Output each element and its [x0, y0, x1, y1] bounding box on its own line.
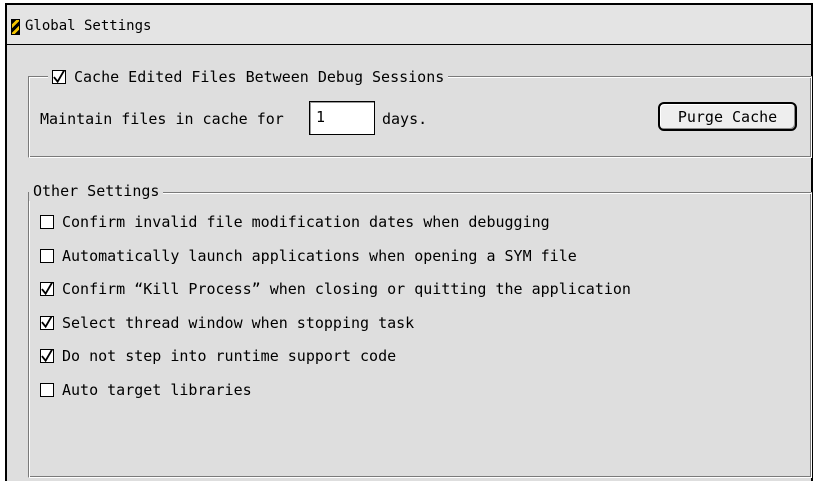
setting-checkbox[interactable]	[40, 315, 54, 330]
check-mark-icon	[41, 282, 53, 295]
cache-checkbox-row[interactable]: Cache Edited Files Between Debug Session…	[48, 67, 449, 87]
check-mark-icon	[41, 316, 53, 329]
setting-option-label: Automatically launch applications when o…	[62, 246, 577, 265]
other-settings-group-box	[28, 192, 812, 478]
panel-title: Global Settings	[25, 18, 152, 34]
cache-days-input[interactable]: 1	[309, 101, 375, 135]
other-settings-title: Other Settings	[29, 181, 164, 201]
setting-option-row[interactable]: Do not step into runtime support code	[40, 347, 396, 365]
cache-edited-files-label: Cache Edited Files Between Debug Session…	[74, 68, 445, 86]
panel-grip-icon	[11, 19, 20, 35]
setting-option-label: Confirm “Kill Process” when closing or q…	[62, 280, 631, 298]
setting-option-label: Confirm invalid file modification dates …	[62, 213, 550, 231]
check-mark-icon	[53, 70, 65, 83]
days-suffix-label: days.	[382, 110, 428, 128]
other-settings-label: Other Settings	[33, 182, 160, 200]
maintain-files-label: Maintain files in cache for	[40, 110, 284, 128]
setting-option-label: Do not step into runtime support code	[62, 347, 397, 365]
check-mark-icon	[41, 349, 53, 362]
setting-checkbox[interactable]	[40, 282, 54, 296]
setting-option-label: Select thread window when stopping task	[62, 313, 415, 332]
setting-option-label: Auto target libraries	[62, 380, 252, 399]
setting-checkbox[interactable]	[40, 382, 54, 397]
setting-checkbox[interactable]	[40, 248, 54, 263]
title-bar: Global Settings	[7, 5, 811, 45]
setting-option-row[interactable]: Confirm “Kill Process” when closing or q…	[40, 280, 631, 298]
global-settings-panel: Global Settings Cache Edited Files Betwe…	[5, 3, 813, 481]
setting-checkbox[interactable]	[40, 215, 54, 229]
setting-option-row[interactable]: Confirm invalid file modification dates …	[40, 213, 550, 231]
cache-edited-files-checkbox[interactable]	[52, 70, 66, 84]
setting-option-row[interactable]: Auto target libraries	[40, 381, 252, 399]
setting-option-row[interactable]: Automatically launch applications when o…	[40, 247, 577, 265]
setting-checkbox[interactable]	[40, 349, 54, 363]
purge-cache-button[interactable]: Purge Cache	[658, 102, 797, 131]
setting-option-row[interactable]: Select thread window when stopping task	[40, 314, 414, 332]
